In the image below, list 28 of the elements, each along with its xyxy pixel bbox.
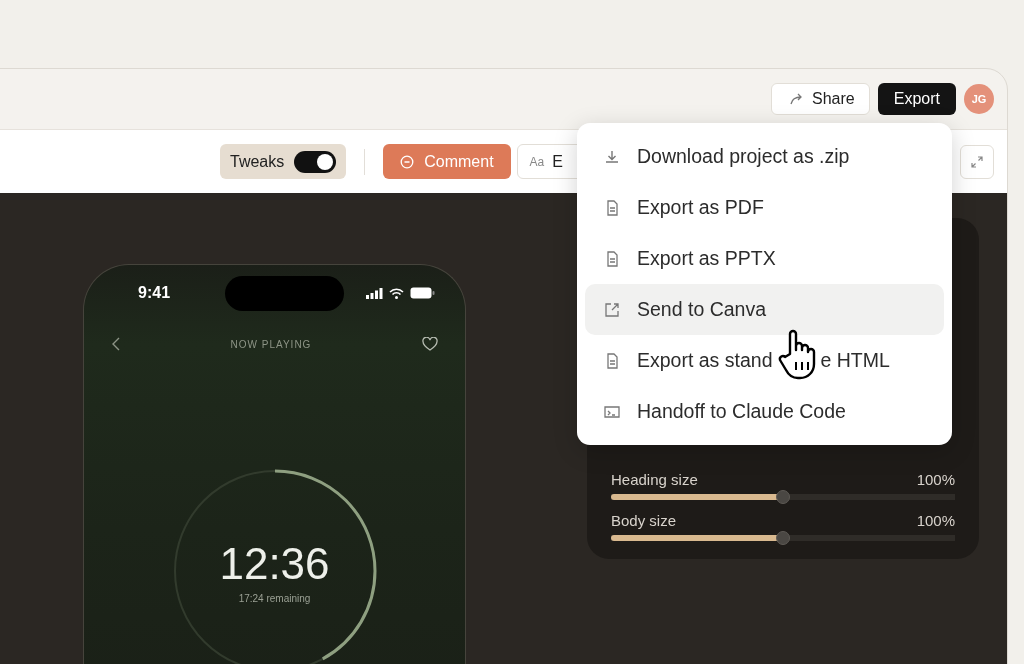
share-button[interactable]: Share: [771, 83, 870, 115]
menu-item[interactable]: Export as PPTX: [585, 233, 944, 284]
slider-label: Body size: [611, 512, 677, 529]
menu-item[interactable]: Export as PDF: [585, 182, 944, 233]
menu-item[interactable]: Export as stand e HTML: [585, 335, 944, 386]
menu-item[interactable]: Handoff to Claude Code: [585, 386, 944, 437]
signal-icon: [366, 287, 383, 299]
external-link-icon: [603, 300, 621, 319]
wifi-icon: [389, 287, 404, 299]
battery-icon: [410, 287, 435, 299]
heart-icon[interactable]: [422, 337, 438, 351]
back-chevron-icon[interactable]: [112, 337, 120, 351]
toggle-switch[interactable]: [294, 150, 337, 173]
slider-thumb[interactable]: [776, 490, 790, 504]
slider-thumb[interactable]: [776, 531, 790, 545]
menu-item-text: e HTML: [820, 349, 890, 372]
slider-value: 100%: [916, 471, 955, 488]
slider-label: Heading size: [611, 471, 698, 488]
tweaks-toggle[interactable]: Tweaks: [220, 144, 347, 179]
chat-bubble-icon: [400, 154, 415, 169]
elapsed-time: 12:36: [219, 538, 330, 589]
expand-icon: [971, 155, 983, 168]
export-button[interactable]: Export: [877, 83, 956, 115]
remaining-time: 17:24 remaining: [238, 592, 311, 604]
screen-title: NOW PLAYING: [230, 338, 312, 350]
status-time: 9:41: [138, 284, 171, 302]
menu-item[interactable]: Send to Canva: [585, 284, 944, 335]
slider-value: 100%: [916, 512, 955, 529]
